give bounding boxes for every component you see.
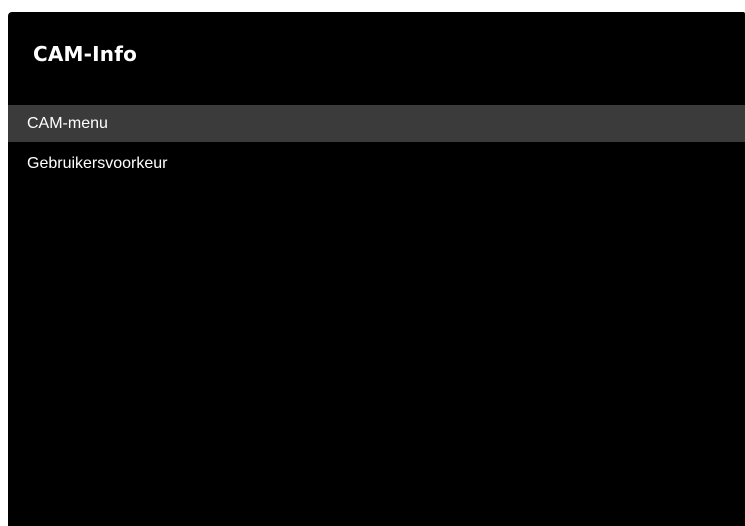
cam-info-panel: CAM-Info CAM-menu Gebruikersvoorkeur <box>8 12 745 526</box>
page-title: CAM-Info <box>33 42 138 66</box>
menu-item-user-preference[interactable]: Gebruikersvoorkeur <box>8 145 745 182</box>
cam-menu-list: CAM-menu Gebruikersvoorkeur <box>8 105 745 182</box>
menu-item-cam-menu[interactable]: CAM-menu <box>8 105 745 142</box>
